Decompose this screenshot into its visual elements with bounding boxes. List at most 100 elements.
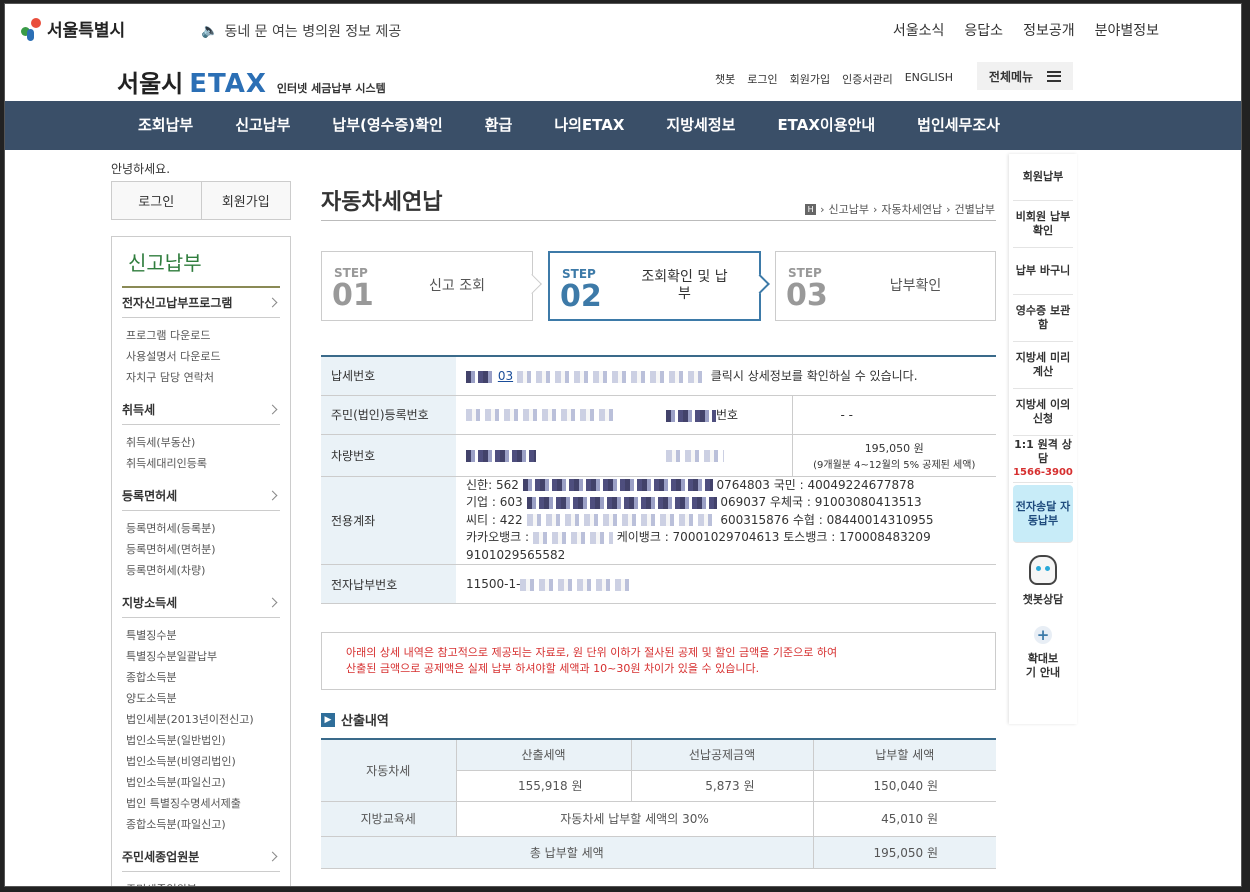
total-amount: 195,050 원 <box>812 836 996 869</box>
side-item[interactable]: 특별징수분일괄납부 <box>126 646 280 667</box>
breadcrumb-sep: › <box>872 202 878 216</box>
side-item[interactable]: 법인소득분(일반법인) <box>126 730 280 751</box>
home-icon[interactable]: H <box>805 203 817 215</box>
quick-member-pay[interactable]: 회원납부 <box>1013 154 1073 201</box>
nav-report-pay[interactable]: 신고납부 <box>235 101 290 150</box>
calc-cell: 150,040 원 <box>812 770 996 802</box>
masked-value <box>466 370 494 383</box>
side-item[interactable]: 특별징수분 <box>126 625 280 646</box>
step-number: 01 <box>332 278 374 313</box>
side-item[interactable]: 법인소득분(파일신고) <box>126 772 280 793</box>
masked-value <box>466 449 536 462</box>
col-header: 산출세액 <box>455 739 631 771</box>
col-header: 선납공제금액 <box>630 739 813 771</box>
breadcrumb-item[interactable]: 신고납부 <box>828 201 868 217</box>
account-line: 600315876 수협 : 08440014310955 <box>720 512 934 527</box>
masked-value <box>466 409 616 421</box>
util-chatbot[interactable]: 챗봇 <box>715 71 735 87</box>
side-item[interactable]: 등록면허세(면허분) <box>126 539 280 560</box>
car-tax-label: 자동차세 <box>321 739 456 802</box>
side-section-registration[interactable]: 등록면허세 <box>122 481 280 511</box>
quick-objection[interactable]: 지방세 이의신청 <box>1013 389 1073 436</box>
side-item[interactable]: 등록면허세(등록분) <box>126 518 280 539</box>
side-item[interactable]: 법인 특별징수명세서제출 <box>126 793 280 814</box>
account-line: 신한: 562 <box>466 477 519 492</box>
quick-tax-calc[interactable]: 지방세 미리계산 <box>1013 342 1073 389</box>
tax-no-link[interactable]: 03 <box>498 369 513 383</box>
side-item[interactable]: 사용설명서 다운로드 <box>126 346 280 367</box>
seoul-logo-text: 서울특별시 <box>47 21 126 41</box>
side-item[interactable]: 종합소득분 <box>126 667 280 688</box>
masked-value <box>666 409 716 422</box>
top-link-field-info[interactable]: 분야별정보 <box>1095 20 1159 40</box>
etax-logo[interactable]: 서울시 ETAX 인터넷 세금납부 시스템 <box>117 64 386 99</box>
step-1: STEP 01 신고 조회 <box>321 251 533 321</box>
chatbot-button[interactable]: 챗봇상담 <box>1009 543 1077 613</box>
side-item[interactable]: 등록면허세(차량) <box>126 560 280 581</box>
zoom-guide-label: 확대보기 안내 <box>1025 652 1061 679</box>
account-line: 069037 우체국 : 91003080413513 <box>720 495 922 509</box>
side-item[interactable]: 양도소득분 <box>126 688 280 709</box>
all-menu-button[interactable]: 전체메뉴 <box>977 62 1073 90</box>
nav-receipt[interactable]: 납부(영수증)확인 <box>332 101 442 150</box>
side-item[interactable]: 프로그램 다운로드 <box>126 325 280 346</box>
top-link-open-info[interactable]: 정보공개 <box>1023 20 1075 40</box>
masked-value <box>666 449 724 462</box>
breadcrumb-item[interactable]: 자동차세연납 <box>881 201 942 217</box>
account-line: 씨티 : 422 <box>466 512 523 527</box>
util-join[interactable]: 회원가입 <box>790 71 830 87</box>
nav-my-etax[interactable]: 나의ETAX <box>554 101 624 150</box>
side-section-employee[interactable]: 주민세종업원분 <box>122 842 280 872</box>
robot-icon <box>1029 555 1057 585</box>
nav-corp-audit[interactable]: 법인세무조사 <box>917 101 1000 150</box>
masked-value <box>516 370 707 383</box>
nav-inquiry-pay[interactable]: 조회납부 <box>138 101 193 150</box>
side-item[interactable]: 취득세(부동산) <box>126 432 280 453</box>
seoul-logo-icon <box>19 17 43 41</box>
nav-local-tax-info[interactable]: 지방세정보 <box>666 101 735 150</box>
top-bar: 서울특별시 🔈 동네 문 여는 병의원 정보 제공 서울소식 응답소 정보공개 … <box>5 4 1241 54</box>
breadcrumb-sep: › <box>820 202 825 216</box>
arrow-right-icon: ▶ <box>321 712 335 727</box>
edu-tax-amount: 45,010 원 <box>812 801 996 837</box>
breadcrumb-sep: › <box>946 202 951 216</box>
quick-guest-check[interactable]: 비회원 납부확인 <box>1013 201 1073 248</box>
zoom-guide-button[interactable]: + 확대보기 안내 <box>1009 613 1077 693</box>
util-cert[interactable]: 인증서관리 <box>842 71 893 87</box>
util-login[interactable]: 로그인 <box>747 71 777 87</box>
quick-auto-pay[interactable]: 전자송달 자동납부 <box>1013 485 1073 543</box>
greeting: 안녕하세요. <box>111 162 171 176</box>
step-number: 03 <box>786 278 828 313</box>
top-notice[interactable]: 🔈 동네 문 여는 병의원 정보 제공 <box>201 21 401 41</box>
top-link-eungdapso[interactable]: 응답소 <box>964 20 1003 40</box>
side-item[interactable]: 취득세대리인등록 <box>126 453 280 474</box>
nav-refund[interactable]: 환급 <box>485 101 513 150</box>
quick-remote-support[interactable]: 1:1 원격 상담 1566-3900 <box>1013 436 1073 483</box>
reference-notice: 아래의 상세 내역은 참고적으로 제공되는 자료로, 원 단위 이하가 절사된 … <box>321 632 996 690</box>
nav-etax-guide[interactable]: ETAX이용안내 <box>777 101 875 150</box>
side-section-income[interactable]: 지방소득세 <box>122 588 280 618</box>
side-item[interactable]: 자치구 담당 연락처 <box>126 367 280 388</box>
masked-value <box>526 514 717 526</box>
side-section-acquisition[interactable]: 취득세 <box>122 395 280 425</box>
quick-pay-basket[interactable]: 납부 바구니 <box>1013 248 1073 295</box>
side-item[interactable]: 법인소득분(비영리법인) <box>126 751 280 772</box>
id-right-label: 번호 <box>716 408 739 422</box>
side-item[interactable]: 종합소득분(파일신고) <box>126 814 280 835</box>
masked-value <box>522 479 713 491</box>
calc-title: 산출내역 <box>341 714 389 729</box>
plus-icon: + <box>1034 626 1052 644</box>
left-join-button[interactable]: 회원가입 <box>200 182 290 219</box>
seoul-logo[interactable]: 서울특별시 <box>19 16 125 41</box>
top-link-news[interactable]: 서울소식 <box>893 20 945 40</box>
total-label: 총 납부할 세액 <box>321 836 813 869</box>
side-item[interactable]: 법인세분(2013년이전신고) <box>126 709 280 730</box>
left-login-button[interactable]: 로그인 <box>112 182 201 219</box>
quick-receipt-box[interactable]: 영수증 보관함 <box>1013 295 1073 342</box>
side-section-program[interactable]: 전자신고납부프로그램 <box>122 288 280 318</box>
util-english[interactable]: ENGLISH <box>905 71 953 87</box>
side-item[interactable]: 주민세종업원분 <box>126 879 280 886</box>
step-number: 02 <box>560 279 602 314</box>
side-menu-title: 신고납부 <box>122 247 280 288</box>
account-line: 케이뱅크 : 70001029704613 토스뱅크 : 17000848320… <box>616 530 931 544</box>
